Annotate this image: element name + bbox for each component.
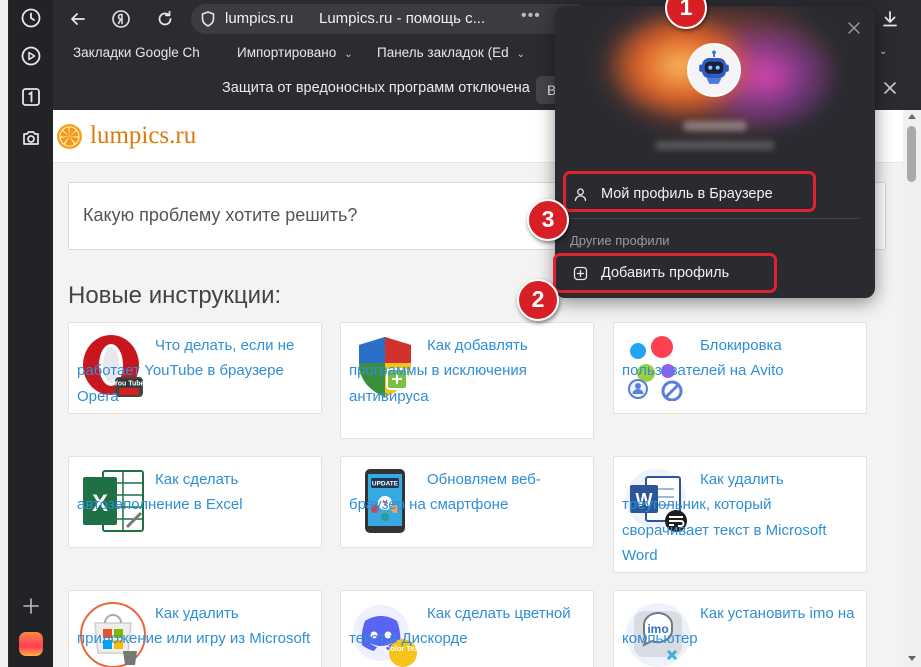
- shield-icon[interactable]: [199, 10, 217, 28]
- article-card[interactable]: X Как сделать автозаполнение в Excel: [68, 456, 322, 548]
- article-card[interactable]: Как добавлять программы в исключения ант…: [340, 322, 594, 439]
- chevron-down-icon: ⌄: [516, 49, 525, 60]
- window-frame: [0, 0, 9, 667]
- site-name[interactable]: lumpics.ru: [90, 122, 196, 150]
- robot-avatar-icon: [699, 50, 729, 84]
- article-card[interactable]: Блокировка пользователей на Avito: [613, 322, 867, 414]
- article-card[interactable]: UPDATE Y Обновляем веб-браузер на смартф…: [340, 456, 594, 548]
- screenshot-button[interactable]: [17, 124, 45, 152]
- one-key-button[interactable]: [17, 83, 45, 111]
- play-icon: [21, 46, 41, 66]
- camera-icon: [23, 131, 39, 145]
- reload-icon: [158, 10, 172, 26]
- protection-message: Защита от вредоносных программ отключена: [222, 80, 530, 96]
- section-title: Новые инструкции:: [68, 282, 282, 309]
- article-card[interactable]: imo Как установить imo на компьютер: [613, 590, 867, 667]
- clock-icon: [21, 8, 41, 28]
- step-badge-2: 2: [517, 279, 559, 321]
- article-title[interactable]: Как установить imo на компьютер: [622, 601, 858, 652]
- sidebar: [9, 0, 53, 667]
- bookmark-label: Импортировано: [237, 45, 337, 60]
- chevron-down-icon[interactable]: ⌄: [879, 42, 887, 57]
- chevron-down-icon: ⌄: [344, 49, 353, 60]
- download-icon: [883, 11, 897, 27]
- scroll-up-arrow-icon[interactable]: [908, 114, 916, 119]
- close-icon[interactable]: [880, 78, 900, 98]
- page-scrollbar[interactable]: [903, 110, 921, 667]
- article-title[interactable]: Что делать, если не работает YouTube в б…: [77, 333, 313, 409]
- yandex-messenger-icon[interactable]: [19, 632, 43, 656]
- article-card[interactable]: Color Text Как сделать цветной текст в Д…: [340, 590, 594, 667]
- profile-name-blurred: [683, 121, 747, 131]
- other-profiles-heading: Другие профили: [570, 233, 670, 248]
- bookmark-folder-bar[interactable]: Панель закладок (Ed ⌄: [377, 45, 525, 60]
- bookmark-folder-google[interactable]: Закладки Google Ch: [73, 45, 200, 60]
- article-card[interactable]: You Tube Что делать, если не работает Yo…: [68, 322, 322, 414]
- article-title[interactable]: Обновляем веб-браузер на смартфоне: [349, 467, 585, 518]
- add-sidebar-item-button[interactable]: [17, 592, 45, 620]
- article-title[interactable]: Как сделать автозаполнение в Excel: [77, 467, 313, 518]
- history-button[interactable]: [17, 4, 45, 32]
- arrow-left-icon: [71, 13, 85, 25]
- yandex-logo-icon: [112, 10, 130, 28]
- page-title: Lumpics.ru - помощь с...: [319, 10, 486, 27]
- highlight-my-profile: [563, 171, 816, 212]
- article-title[interactable]: Как удалить приложение или игру из Micro…: [77, 601, 313, 652]
- article-card[interactable]: Как удалить приложение или игру из Micro…: [68, 590, 322, 667]
- bookmark-folder-imported[interactable]: Импортировано ⌄: [237, 45, 353, 60]
- bookmark-label: Закладки Google Ch: [73, 45, 200, 60]
- close-icon[interactable]: [846, 20, 862, 36]
- bookmark-label: Панель закладок (Ed: [377, 45, 509, 60]
- number-one-icon: [22, 88, 40, 106]
- highlight-add-profile: [553, 253, 777, 293]
- back-button[interactable]: [67, 8, 89, 30]
- profile-email-blurred: [655, 141, 775, 150]
- downloads-button[interactable]: [879, 8, 901, 30]
- article-title[interactable]: Как сделать цветной текст в Дискорде: [349, 601, 585, 652]
- address-domain: lumpics.ru: [225, 10, 294, 27]
- scrollbar-thumb[interactable]: [907, 126, 916, 182]
- article-title[interactable]: Как удалить треугольник, который сворачи…: [622, 467, 858, 568]
- scroll-down-arrow-icon[interactable]: [908, 656, 916, 661]
- orange-slice-logo-icon[interactable]: [56, 123, 83, 150]
- article-title[interactable]: Как добавлять программы в исключения ант…: [349, 333, 585, 409]
- article-title[interactable]: Блокировка пользователей на Avito: [622, 333, 858, 384]
- more-dots-icon[interactable]: •••: [521, 7, 541, 25]
- step-badge-3: 3: [527, 199, 569, 241]
- article-card[interactable]: W Как удалить треугольник, который свора…: [613, 456, 867, 573]
- plus-icon: [23, 598, 39, 614]
- reload-button[interactable]: [154, 8, 176, 30]
- yandex-button[interactable]: [110, 8, 132, 30]
- media-play-button[interactable]: [17, 42, 45, 70]
- address-bar[interactable]: lumpics.ru Lumpics.ru - помощь с... •••: [191, 4, 591, 34]
- menu-divider: [565, 218, 859, 219]
- avatar[interactable]: [687, 43, 741, 97]
